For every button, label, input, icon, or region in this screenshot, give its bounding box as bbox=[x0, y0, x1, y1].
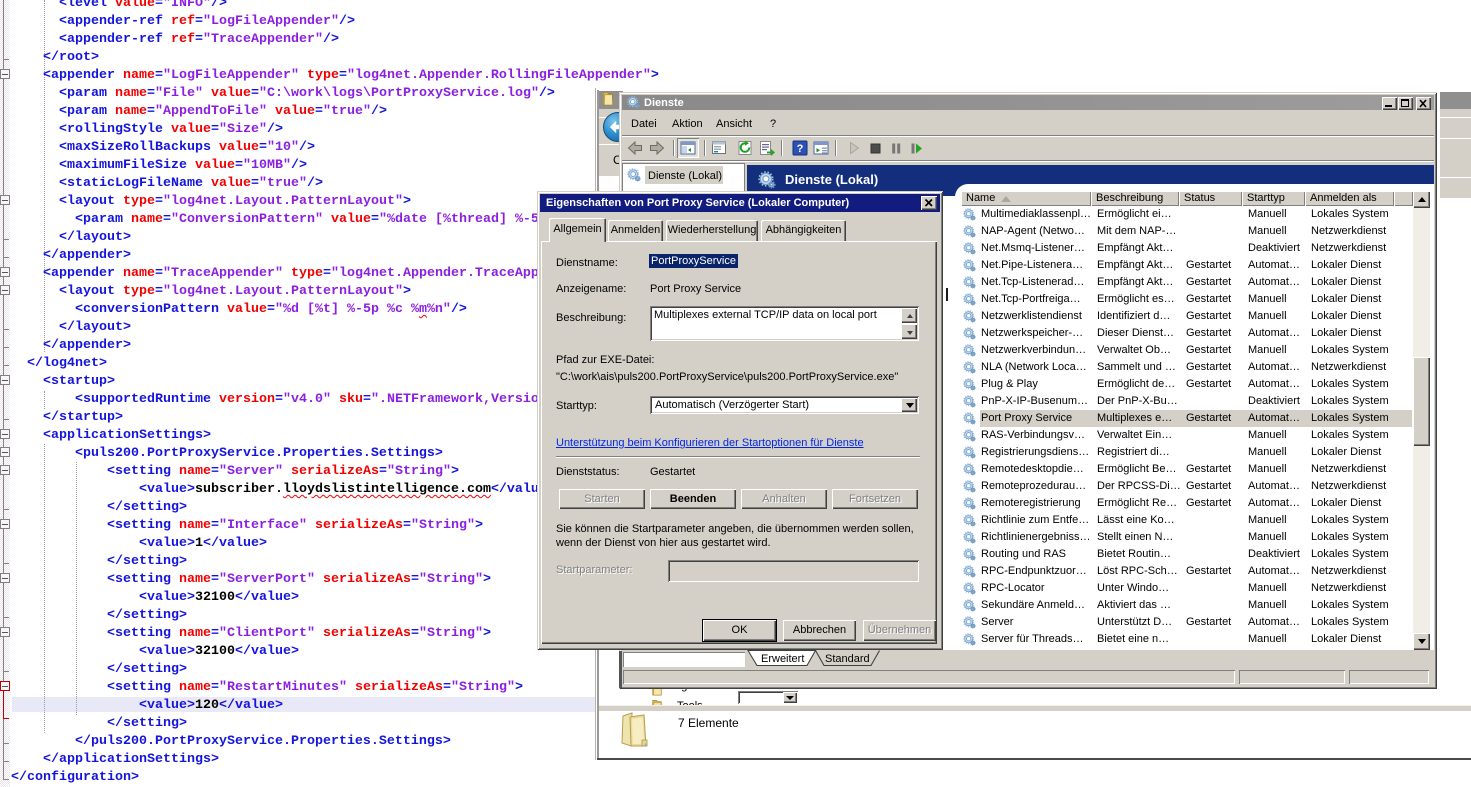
svg-text:Standard: Standard bbox=[825, 653, 870, 665]
svg-text:Erweitert: Erweitert bbox=[761, 653, 804, 665]
svg-text:?: ? bbox=[797, 143, 804, 155]
